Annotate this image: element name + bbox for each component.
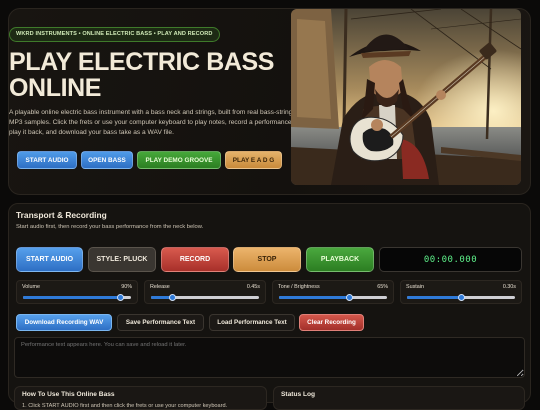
- open-bass-button[interactable]: OPEN BASS: [81, 151, 133, 169]
- volume-slider[interactable]: [23, 294, 131, 301]
- volume-label: Volume: [22, 284, 40, 290]
- hero-image: [291, 9, 521, 185]
- sustain-slider-thumb[interactable]: [457, 294, 465, 301]
- hero-tagline: WKRD INSTRUMENTS • ONLINE ELECTRIC BASS …: [9, 27, 220, 42]
- how-to-use-title: How To Use This Online Bass: [22, 391, 115, 398]
- how-to-use-panel: How To Use This Online Bass 1. Click STA…: [14, 386, 267, 410]
- transport-subtitle: Start audio first, then record your bass…: [16, 224, 204, 230]
- play-eadg-button[interactable]: PLAY E A D G: [225, 151, 282, 169]
- download-wav-button[interactable]: Download Recording WAV: [16, 314, 112, 331]
- how-to-use-step: 1. Click START AUDIO first and then clic…: [22, 403, 228, 409]
- play-demo-groove-button[interactable]: PLAY DEMO GROOVE: [137, 151, 221, 169]
- hero-start-audio-button[interactable]: START AUDIO: [17, 151, 77, 169]
- tone-slider-group: Tone / Brightness 65%: [272, 280, 394, 304]
- tone-slider-thumb[interactable]: [345, 294, 353, 301]
- pirate-bassist-illustration: [291, 9, 521, 185]
- volume-slider-fill: [23, 296, 121, 299]
- release-slider-thumb[interactable]: [169, 294, 177, 301]
- record-button[interactable]: RECORD: [161, 247, 229, 272]
- sustain-slider-group: Sustain 0.30s: [400, 280, 522, 304]
- start-audio-button[interactable]: START AUDIO: [16, 247, 83, 272]
- tone-value: 65%: [377, 284, 388, 290]
- stop-button[interactable]: STOP: [233, 247, 301, 272]
- hero-description: A playable online electric bass instrume…: [9, 109, 294, 136]
- page-title: PLAY ELECTRIC BASS ONLINE: [9, 48, 275, 102]
- tone-slider-fill: [279, 296, 350, 299]
- load-performance-text-button[interactable]: Load Performance Text: [209, 314, 295, 331]
- tone-slider[interactable]: [279, 294, 387, 301]
- volume-value: 90%: [121, 284, 132, 290]
- sustain-label: Sustain: [406, 284, 424, 290]
- tone-label: Tone / Brightness: [278, 284, 320, 290]
- sustain-slider-fill: [407, 296, 461, 299]
- performance-text-area[interactable]: [14, 337, 525, 378]
- release-slider[interactable]: [151, 294, 259, 301]
- clear-recording-button[interactable]: Clear Recording: [299, 314, 364, 331]
- release-label: Release: [150, 284, 170, 290]
- release-value: 0.45s: [246, 284, 260, 290]
- release-slider-group: Release 0.45s: [144, 280, 266, 304]
- playback-button[interactable]: PLAYBACK: [306, 247, 374, 272]
- sustain-value: 0.30s: [502, 284, 516, 290]
- recording-timer: 00:00.000: [379, 247, 522, 272]
- style-pluck-button[interactable]: STYLE: PLUCK: [88, 247, 156, 272]
- save-performance-text-button[interactable]: Save Performance Text: [117, 314, 204, 331]
- status-log-panel: Status Log: [273, 386, 525, 410]
- transport-title: Transport & Recording: [16, 210, 107, 220]
- volume-slider-group: Volume 90%: [16, 280, 138, 304]
- volume-slider-thumb[interactable]: [116, 294, 124, 301]
- sustain-slider[interactable]: [407, 294, 515, 301]
- status-log-title: Status Log: [281, 391, 316, 398]
